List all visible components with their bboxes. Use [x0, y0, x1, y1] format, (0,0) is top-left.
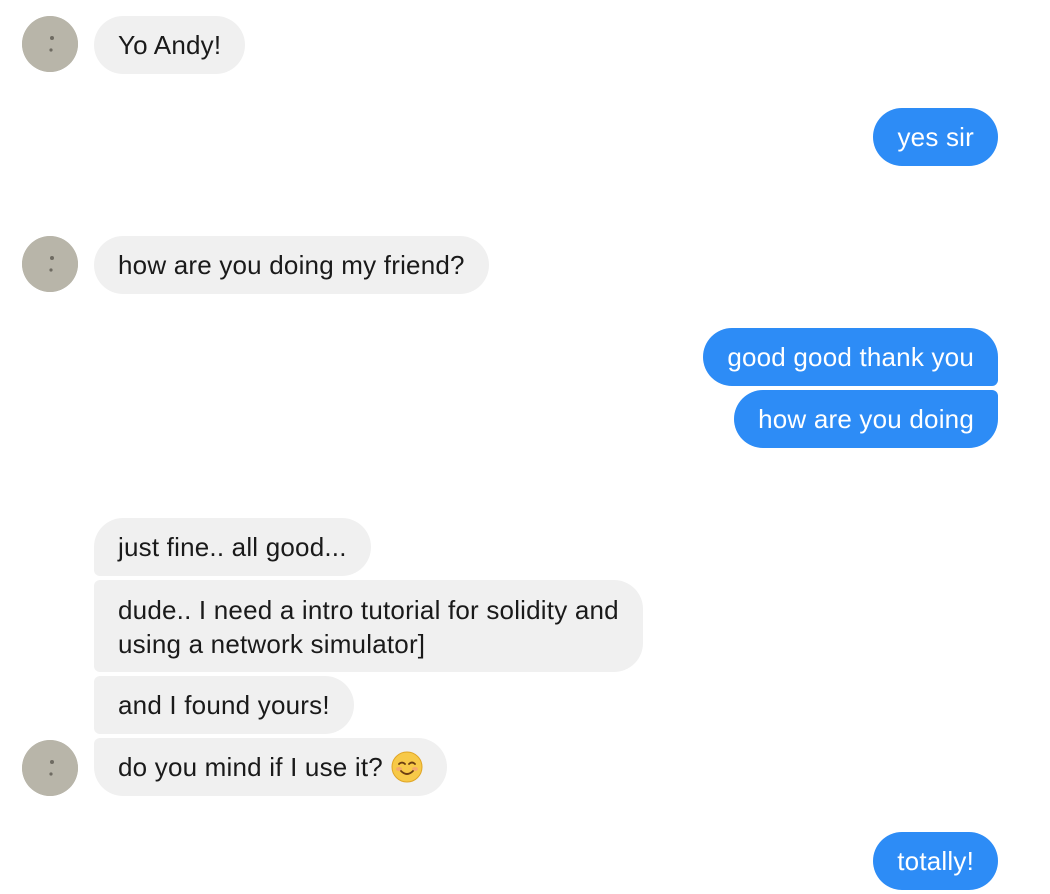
avatar-image — [22, 16, 78, 72]
message-text: Yo Andy! — [118, 30, 222, 60]
message-text: yes sir — [897, 122, 974, 152]
message-bubble-outgoing[interactable]: yes sir — [873, 108, 998, 166]
message-text-line-1: dude.. I need a intro tutorial for solid… — [118, 595, 619, 625]
message-text: totally! — [897, 846, 974, 876]
message-text: just fine.. all good... — [118, 532, 347, 562]
message-bubble-incoming[interactable]: do you mind if I use it? — [94, 738, 447, 796]
message-bubble-outgoing[interactable]: how are you doing — [734, 390, 998, 448]
message-text: and I found yours! — [118, 690, 330, 720]
avatar-image — [22, 740, 78, 796]
contact-avatar[interactable] — [22, 16, 78, 72]
avatar-image — [22, 236, 78, 292]
contact-avatar[interactable] — [22, 236, 78, 292]
message-text: do you mind if I use it? — [118, 752, 383, 782]
message-text: how are you doing — [758, 404, 974, 434]
message-bubble-incoming[interactable]: and I found yours! — [94, 676, 354, 734]
message-bubble-outgoing[interactable]: totally! — [873, 832, 998, 890]
message-bubble-incoming[interactable]: Yo Andy! — [94, 16, 246, 74]
message-bubble-incoming[interactable]: just fine.. all good... — [94, 518, 371, 576]
message-text: good good thank you — [727, 342, 974, 372]
message-text-line-2: using a network simulator] — [118, 629, 426, 659]
message-text: how are you doing my friend? — [118, 250, 465, 280]
smiling-face-emoji-icon — [391, 751, 423, 783]
message-bubble-incoming[interactable]: dude.. I need a intro tutorial for solid… — [94, 580, 643, 672]
message-bubble-incoming[interactable]: how are you doing my friend? — [94, 236, 489, 294]
message-bubble-outgoing[interactable]: good good thank you — [703, 328, 998, 386]
contact-avatar[interactable] — [22, 740, 78, 796]
